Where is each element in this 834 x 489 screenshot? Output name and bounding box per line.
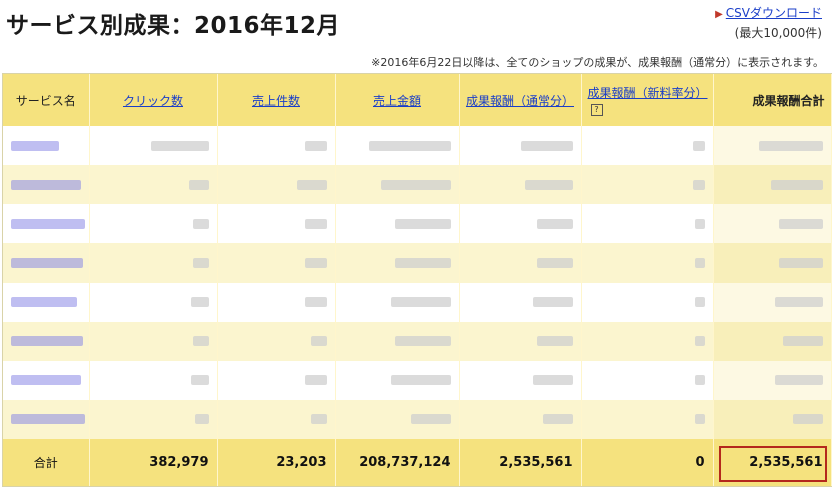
redacted-cell — [304, 375, 327, 386]
redacted-cell — [394, 218, 451, 229]
total-sales-amount: 208,737,124 — [335, 439, 460, 486]
redacted-cell — [188, 179, 209, 190]
redacted-cell — [194, 414, 209, 425]
redacted-cell — [758, 140, 823, 151]
page-title: サービス別成果：2016年12月 — [6, 13, 341, 39]
redacted-cell — [304, 257, 327, 268]
redacted-cell — [296, 179, 327, 190]
table-row — [3, 399, 832, 439]
redacted-cell — [410, 414, 451, 425]
total-reward-new: 0 — [581, 439, 714, 486]
help-icon[interactable]: ? — [590, 104, 603, 116]
redacted-cell — [694, 336, 705, 347]
redacted-cell — [536, 336, 573, 347]
csv-download-area: ▶ CSVダウンロード (最大10,000件) — [715, 4, 822, 41]
csv-download-link[interactable]: CSVダウンロード — [726, 6, 822, 20]
results-table: サービス名 クリック数 売上件数 売上金額 成果報酬（通常分） 成果報酬（新料率… — [3, 74, 832, 486]
header-reward-total: 成果報酬合計 — [713, 74, 832, 126]
header-reward-normal-sort-link[interactable]: 成果報酬（通常分） — [466, 94, 574, 108]
redacted-cell — [310, 414, 327, 425]
redacted-cell — [304, 218, 327, 229]
total-reward-normal: 2,535,561 — [459, 439, 582, 486]
redacted-cell — [542, 414, 573, 425]
redacted-cell — [792, 414, 823, 425]
redacted-cell — [778, 218, 823, 229]
redacted-cell — [770, 179, 823, 190]
redacted-cell — [190, 375, 209, 386]
redacted-cell — [390, 375, 451, 386]
table-row — [3, 243, 832, 283]
redacted-cell — [192, 257, 209, 268]
redacted-cell — [532, 297, 573, 308]
table-total-row: 合計 382,979 23,203 208,737,124 2,535,561 … — [3, 439, 832, 486]
redacted-cell — [536, 218, 573, 229]
redacted-cell — [694, 257, 705, 268]
redacted-cell — [304, 140, 327, 151]
redacted-cell — [536, 257, 573, 268]
table-row — [3, 126, 832, 166]
header-sales-amount-sort-link[interactable]: 売上金額 — [373, 94, 421, 108]
table-header-row: サービス名 クリック数 売上件数 売上金額 成果報酬（通常分） 成果報酬（新料率… — [3, 74, 832, 126]
redacted-service-link[interactable] — [11, 218, 85, 229]
redacted-cell — [694, 414, 705, 425]
redacted-cell — [532, 375, 573, 386]
redacted-service-link[interactable] — [11, 336, 83, 347]
redacted-service-link[interactable] — [11, 257, 83, 268]
table-row — [3, 321, 832, 361]
redacted-cell — [394, 336, 451, 347]
total-reward-total: 2,535,561 — [713, 439, 832, 486]
redacted-cell — [520, 140, 573, 151]
redacted-cell — [694, 218, 705, 229]
header-reward-new-sort-link[interactable]: 成果報酬（新料率分） — [588, 86, 708, 100]
redacted-service-link[interactable] — [11, 297, 77, 308]
redacted-service-link[interactable] — [11, 414, 85, 425]
redacted-cell — [304, 297, 327, 308]
header-sales-count-sort-link[interactable]: 売上件数 — [252, 94, 300, 108]
redacted-cell — [394, 257, 451, 268]
redacted-cell — [150, 140, 209, 151]
total-sales-count: 23,203 — [217, 439, 336, 486]
redacted-cell — [692, 179, 705, 190]
play-arrow-icon: ▶ — [715, 9, 723, 20]
redacted-cell — [192, 218, 209, 229]
csv-limit-note: (最大10,000件) — [734, 26, 822, 40]
notice-text: ※2016年6月22日以降は、全てのショップの成果が、成果報酬（通常分）に表示さ… — [371, 56, 824, 69]
header-clicks-sort-link[interactable]: クリック数 — [123, 94, 183, 108]
redacted-cell — [390, 297, 451, 308]
table-row — [3, 204, 832, 244]
redacted-cell — [694, 297, 705, 308]
redacted-cell — [774, 297, 823, 308]
table-row — [3, 282, 832, 322]
redacted-service-link[interactable] — [11, 375, 81, 386]
redacted-cell — [774, 375, 823, 386]
redacted-cell — [782, 336, 823, 347]
redacted-cell — [368, 140, 451, 151]
redacted-cell — [380, 179, 451, 190]
redacted-service-link[interactable] — [11, 140, 59, 151]
total-clicks: 382,979 — [89, 439, 218, 486]
redacted-cell — [310, 336, 327, 347]
header-service: サービス名 — [3, 74, 90, 126]
results-table-container: サービス名 クリック数 売上件数 売上金額 成果報酬（通常分） 成果報酬（新料率… — [2, 73, 832, 487]
redacted-cell — [190, 297, 209, 308]
redacted-cell — [192, 336, 209, 347]
redacted-service-link[interactable] — [11, 179, 81, 190]
redacted-cell — [524, 179, 573, 190]
redacted-cell — [778, 257, 823, 268]
redacted-cell — [694, 375, 705, 386]
total-label: 合計 — [3, 439, 90, 486]
redacted-cell — [692, 140, 705, 151]
table-row — [3, 360, 832, 400]
table-row — [3, 165, 832, 205]
